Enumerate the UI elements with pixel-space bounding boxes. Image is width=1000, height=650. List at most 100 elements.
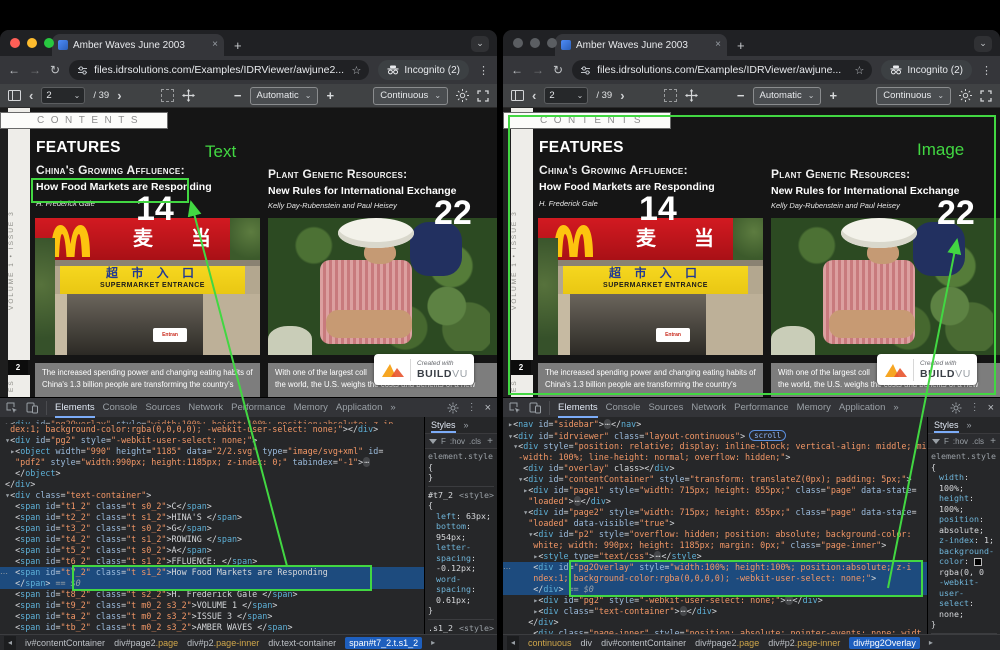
pseudo-state-toggle[interactable]: :hov (953, 437, 968, 446)
zoom-in-button[interactable]: + (829, 88, 837, 103)
selected-element-row[interactable]: <div id="pg2Overlay" style="width:100%; … (503, 562, 927, 595)
zoom-mode-select[interactable]: Automatic ⌄ (250, 87, 319, 105)
pdf-page-content[interactable]: VOLUME 1 • ISSUE 3 2 ES CONTENTS FEATURE… (503, 108, 1000, 397)
minimize-window-button[interactable] (530, 38, 540, 48)
code-line[interactable]: </div> == $0 (503, 584, 927, 595)
style-line[interactable] (428, 619, 494, 620)
site-settings-icon[interactable] (580, 65, 591, 76)
style-line[interactable]: -webkit-user-select: none; (931, 577, 997, 619)
breadcrumb-scroll-right-icon[interactable]: ▸ (929, 638, 933, 647)
zoom-mode-select[interactable]: Automatic ⌄ (753, 87, 822, 105)
filter-label[interactable]: F (441, 437, 446, 446)
previous-page-button[interactable]: ‹ (29, 89, 33, 102)
close-window-button[interactable] (513, 38, 523, 48)
devtools-tab-performance[interactable]: Performance (734, 398, 788, 418)
browser-tab[interactable]: Amber Waves June 2003 × (52, 34, 224, 56)
inspect-element-icon[interactable] (6, 402, 18, 414)
code-line[interactable]: -width: 100%; line-height: normal; overf… (503, 452, 927, 463)
forward-icon[interactable]: → (29, 64, 41, 76)
url-text[interactable]: files.idrsolutions.com/Examples/IDRViewe… (94, 64, 345, 76)
new-style-rule-button[interactable]: + (487, 436, 493, 447)
class-toggle[interactable]: .cls (972, 437, 984, 446)
devtools-close-icon[interactable]: × (485, 402, 491, 414)
pan-mode-icon[interactable] (182, 89, 195, 102)
browser-menu-icon[interactable]: ⋮ (478, 64, 489, 77)
breadcrumb-item[interactable]: div#p2.page-inner (187, 638, 259, 648)
style-line[interactable]: { (428, 462, 494, 473)
device-toolbar-icon[interactable] (26, 402, 38, 414)
style-line[interactable]: { (931, 462, 997, 473)
selected-element-row[interactable]: <span id="t7_2" class="t s1_2">How Food … (0, 567, 424, 589)
code-line[interactable]: <span id="t8_2" class="t s2_2">H. Freder… (0, 589, 424, 600)
code-line[interactable]: ▾<div id="contentContainer" style="trans… (503, 474, 927, 485)
code-line[interactable]: <span id="tb_2" class="t m0_2 s3_2">AMBE… (0, 622, 424, 633)
code-line[interactable]: <span id="t2_2" class="t s1_2">HINA'S </… (0, 512, 424, 523)
devtools-tab-console[interactable]: Console (103, 398, 138, 418)
zoom-out-button[interactable]: − (737, 88, 745, 103)
devtools-tab-performance[interactable]: Performance (231, 398, 285, 418)
page-dropdown-chevron-icon[interactable]: ⌄ (577, 91, 584, 100)
style-line[interactable]: z-index: 1; (931, 535, 997, 546)
device-toolbar-icon[interactable] (529, 402, 541, 414)
code-line[interactable]: ▾<div id="idrviewer" class="layout-conti… (503, 430, 927, 441)
code-line[interactable]: </span> == $0 (0, 578, 424, 589)
breadcrumb-item[interactable]: continuous (528, 638, 572, 648)
style-line[interactable]: left: 63px; (428, 511, 494, 522)
code-line[interactable]: <div id="overlay" class></div> (503, 463, 927, 474)
styles-tab[interactable]: Styles (431, 417, 456, 433)
buildvu-badge[interactable]: Created with BUILDVU (374, 354, 474, 385)
style-rules-list[interactable]: element.style{width: 100%;height: 100%;p… (928, 449, 1000, 634)
devtools-tab-sources[interactable]: Sources (145, 398, 180, 418)
code-line[interactable]: ▾<div class="text-container"> (0, 490, 424, 501)
code-line[interactable]: ▸<nav id="sidebar">⋯</nav> (503, 419, 927, 430)
layout-mode-select[interactable]: Continuous ⌄ (876, 87, 951, 105)
code-line[interactable]: ▸<div id="page1" style="width: 715px; he… (503, 485, 927, 496)
code-line[interactable]: </div> (0, 479, 424, 490)
address-bar[interactable]: files.idrsolutions.com/Examples/IDRViewe… (69, 60, 369, 80)
style-rules-list[interactable]: element.style{}#t7_2<style>{left: 63px;b… (425, 449, 497, 634)
fullscreen-icon[interactable] (980, 90, 992, 102)
close-window-button[interactable] (10, 38, 20, 48)
elements-tree[interactable]: ▸<nav id="sidebar">⋯</nav> ▾<div id="idr… (503, 417, 927, 634)
code-line[interactable]: ▸<object width="990" height="1185" data=… (0, 446, 424, 457)
code-line[interactable]: <span id="t7_2" class="t s1_2">How Food … (0, 567, 424, 578)
pdf-page-content[interactable]: VOLUME 1 • ISSUE 3 2 ES CONTENTS FEATURE… (0, 108, 497, 397)
devtools-tab-network[interactable]: Network (691, 398, 726, 418)
minimize-window-button[interactable] (27, 38, 37, 48)
style-line[interactable]: element.style (428, 451, 494, 462)
code-line[interactable]: <span id="t3_2" class="t s0_2">G</span> (0, 523, 424, 534)
style-line[interactable]: letter-spacing: -0.12px; (428, 542, 494, 574)
style-line[interactable]: bottom: 954px; (428, 521, 494, 542)
code-line[interactable]: white; width: 990px; height: 1185px; mar… (503, 540, 927, 551)
breadcrumb-item[interactable]: div#page2.page (114, 638, 178, 648)
bookmark-star-icon[interactable]: ☆ (352, 64, 362, 77)
code-line[interactable]: "loaded">⋯</div> (503, 496, 927, 507)
bookmark-star-icon[interactable]: ☆ (855, 64, 865, 77)
back-icon[interactable]: ← (8, 64, 20, 76)
code-line[interactable]: <span id="t9_2" class="t m0_2 s3_2">VOLU… (0, 600, 424, 611)
breadcrumb-item[interactable]: div#pg2Overlay (849, 637, 920, 649)
filter-funnel-icon[interactable] (429, 439, 437, 444)
devtools-tab-application[interactable]: Application (839, 398, 885, 418)
new-tab-button[interactable]: + (737, 36, 745, 56)
code-line[interactable]: <div class="page-inner" style="position:… (503, 628, 927, 634)
style-line[interactable]: height: 100%; (931, 493, 997, 514)
page-number-input[interactable]: 2 ⌄ (41, 87, 85, 104)
reload-icon[interactable]: ↻ (50, 64, 60, 76)
pan-mode-icon[interactable] (685, 89, 698, 102)
breadcrumb-item[interactable]: div#p2.page-inner (768, 638, 840, 648)
code-line[interactable]: ndex:1; background-color:rgba(0,0,0,0); … (503, 573, 927, 584)
tab-search-chevron-button[interactable]: ⌄ (471, 36, 489, 52)
devtools-settings-gear-icon[interactable] (447, 402, 459, 414)
style-line[interactable]: width: 100%; (931, 472, 997, 493)
sidebar-toggle-icon[interactable] (8, 90, 21, 101)
breadcrumb-scroll-left-icon[interactable]: ◂ (507, 636, 519, 650)
devtools-tab-application[interactable]: Application (336, 398, 382, 418)
code-line[interactable]: <span id="t4_2" class="t s1_2">ROWING </… (0, 534, 424, 545)
buildvu-badge[interactable]: Created with BUILDVU (877, 354, 977, 385)
devtools-tab-sources[interactable]: Sources (648, 398, 683, 418)
filter-label[interactable]: F (944, 437, 949, 446)
previous-page-button[interactable]: ‹ (532, 89, 536, 102)
zoom-out-button[interactable]: − (234, 88, 242, 103)
site-settings-icon[interactable] (77, 65, 88, 76)
